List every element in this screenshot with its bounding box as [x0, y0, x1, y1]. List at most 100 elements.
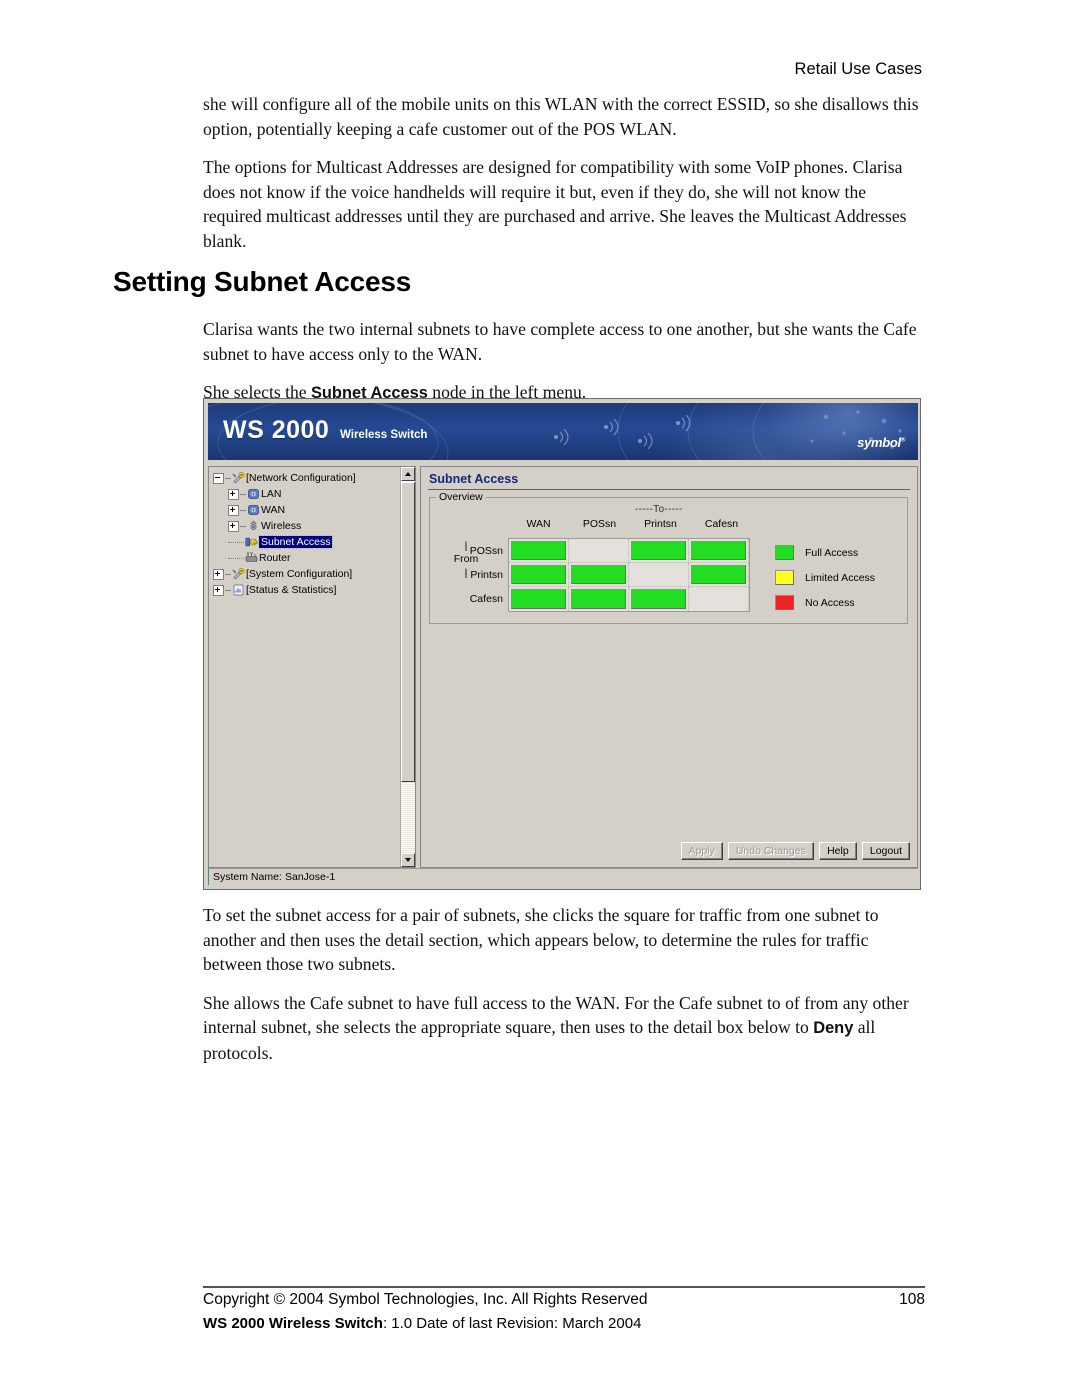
access-swatch[interactable]: [691, 541, 746, 560]
tree-item-router[interactable]: Router: [213, 550, 401, 566]
app-product-name: WS 2000: [223, 416, 330, 444]
matrix-cell-possn-to-wan[interactable]: [509, 539, 569, 563]
matrix-cell-printsn-to-printsn[interactable]: [629, 563, 689, 587]
matrix-row-header: Printsn: [470, 569, 503, 581]
matrix-cell-possn-to-printsn[interactable]: [629, 539, 689, 563]
tree-expand-button[interactable]: [213, 584, 224, 596]
tree-item-label: [Status & Statistics]: [246, 584, 337, 596]
tree-item-wan[interactable]: WAN: [213, 502, 401, 518]
tree-item-network-configuration[interactable]: [Network Configuration]: [213, 470, 401, 486]
footer-divider: [203, 1286, 925, 1288]
matrix-cell-cafesn-to-cafesn[interactable]: [689, 587, 749, 611]
undo-changes-button: Undo Changes: [727, 842, 814, 860]
footer-page-number: 108: [899, 1291, 925, 1308]
footer-product-line: WS 2000 Wireless Switch: 1.0 Date of las…: [203, 1315, 925, 1332]
tree-expand-button[interactable]: [213, 568, 224, 580]
legend-label: No Access: [805, 596, 855, 609]
tree-connector-line: [225, 573, 231, 575]
matrix-column-headers: WAN POSsn Printsn Cafesn: [508, 518, 752, 530]
tree-connector-line: [240, 509, 246, 511]
matrix-row-header: POSsn: [469, 545, 503, 557]
system-name-label: System Name:: [213, 871, 282, 883]
tree-item-label: [Network Configuration]: [246, 472, 356, 484]
apply-button: Apply: [680, 842, 723, 860]
tree-expand-button[interactable]: [228, 488, 239, 500]
matrix-cell-cafesn-to-wan[interactable]: [509, 587, 569, 611]
tree-expand-button[interactable]: [228, 520, 239, 532]
matrix-row: POSsn: [470, 539, 749, 563]
closing-paragraphs: To set the subnet access for a pair of s…: [203, 903, 925, 1066]
legend-item: Limited Access: [775, 565, 875, 590]
matrix-to-axis-label: -----To-----: [635, 504, 683, 515]
subnet-access-content-panel: Subnet Access Overview -----To----- WAN P…: [420, 466, 918, 868]
legend-color-swatch: [775, 545, 794, 560]
matrix-column-header: Cafesn: [704, 518, 739, 530]
access-legend: Full Access Limited Access No Access: [775, 540, 875, 615]
symbol-logo-text: symbol: [857, 435, 901, 450]
access-swatch[interactable]: [511, 589, 566, 609]
access-swatch[interactable]: [511, 565, 566, 584]
legend-label: Full Access: [805, 546, 859, 559]
paragraph-5: To set the subnet access for a pair of s…: [203, 905, 879, 975]
paragraph-6: She allows the Cafe subnet to have full …: [203, 991, 925, 1066]
symbol-logo: symbol®: [857, 435, 905, 450]
tree-item-label: LAN: [261, 488, 282, 500]
app-banner: WS 2000 Wireless Switch symbol®: [208, 403, 918, 460]
overview-groupbox-label: Overview: [436, 491, 486, 503]
help-button[interactable]: Help: [818, 842, 857, 860]
access-swatch[interactable]: [631, 589, 686, 609]
scrollbar-thumb[interactable]: [401, 482, 415, 782]
scroll-down-button[interactable]: [401, 853, 415, 867]
panel-title: Subnet Access: [429, 472, 519, 486]
running-header: Retail Use Cases: [794, 60, 922, 78]
paragraph-6-prefix: She allows the Cafe subnet to have full …: [203, 992, 909, 1038]
caret-down-icon: [405, 858, 411, 862]
access-swatch[interactable]: [511, 541, 566, 560]
action-button-bar[interactable]: Apply Undo Changes Help Logout: [680, 842, 910, 860]
subnet-access-matrix[interactable]: POSsn Printsn Cafesn: [470, 538, 750, 612]
matrix-cell-possn-to-cafesn[interactable]: [689, 539, 749, 563]
tree-item-system-configuration[interactable]: [System Configuration]: [213, 566, 401, 582]
matrix-column-header: WAN: [526, 518, 551, 530]
navigation-tree-panel[interactable]: [Network Configuration] LAN WAN Wireless Sub…: [208, 466, 416, 868]
scroll-up-button[interactable]: [401, 467, 415, 481]
matrix-cell-printsn-to-cafesn[interactable]: [689, 563, 749, 587]
matrix-column-header: Printsn: [644, 518, 677, 530]
paragraph-3: Clarisa wants the two internal subnets t…: [203, 319, 917, 364]
app-product-subtitle: Wireless Switch: [340, 429, 428, 441]
tree-expand-button[interactable]: [228, 504, 239, 516]
tree-item-label: WAN: [261, 504, 286, 516]
caret-up-icon: [405, 472, 411, 476]
access-swatch[interactable]: [571, 565, 626, 584]
matrix-row: Printsn: [470, 563, 749, 587]
access-swatch[interactable]: [571, 589, 626, 609]
tree-item-lan[interactable]: LAN: [213, 486, 401, 502]
matrix-cell-cafesn-to-printsn[interactable]: [629, 587, 689, 611]
navigation-tree[interactable]: [Network Configuration] LAN WAN Wireless Sub…: [209, 467, 401, 867]
tree-item-label: Wireless: [261, 520, 302, 532]
tree-item-wireless[interactable]: Wireless: [213, 518, 401, 534]
matrix-cell-cafesn-to-possn[interactable]: [569, 587, 629, 611]
tree-item-label: Subnet Access: [257, 535, 334, 549]
matrix-cell-printsn-to-wan[interactable]: [509, 563, 569, 587]
tree-vertical-scrollbar[interactable]: [400, 467, 415, 867]
logout-button[interactable]: Logout: [861, 842, 910, 860]
tree-item-subnet-access[interactable]: Subnet Access: [213, 534, 401, 550]
tree-item-status-statistics[interactable]: [Status & Statistics]: [213, 582, 401, 598]
legend-color-swatch: [775, 595, 794, 610]
footer-product-name: WS 2000 Wireless Switch: [203, 1315, 383, 1332]
legend-label: Limited Access: [805, 571, 876, 584]
tree-connector-line: [225, 477, 231, 479]
wan-icon: [247, 504, 260, 516]
matrix-row-header: Cafesn: [469, 593, 503, 605]
panel-title-divider: [428, 489, 910, 490]
matrix-cell-possn-to-possn[interactable]: [569, 539, 629, 563]
section-heading: Setting Subnet Access: [113, 266, 412, 297]
system-config-icon: [232, 568, 245, 580]
footer-copyright: Copyright © 2004 Symbol Technologies, In…: [203, 1291, 648, 1308]
paragraph-2: The options for Multicast Addresses are …: [203, 157, 907, 251]
tree-collapse-button[interactable]: [213, 472, 224, 484]
access-swatch[interactable]: [631, 541, 686, 560]
matrix-cell-printsn-to-possn[interactable]: [569, 563, 629, 587]
access-swatch[interactable]: [691, 565, 746, 584]
